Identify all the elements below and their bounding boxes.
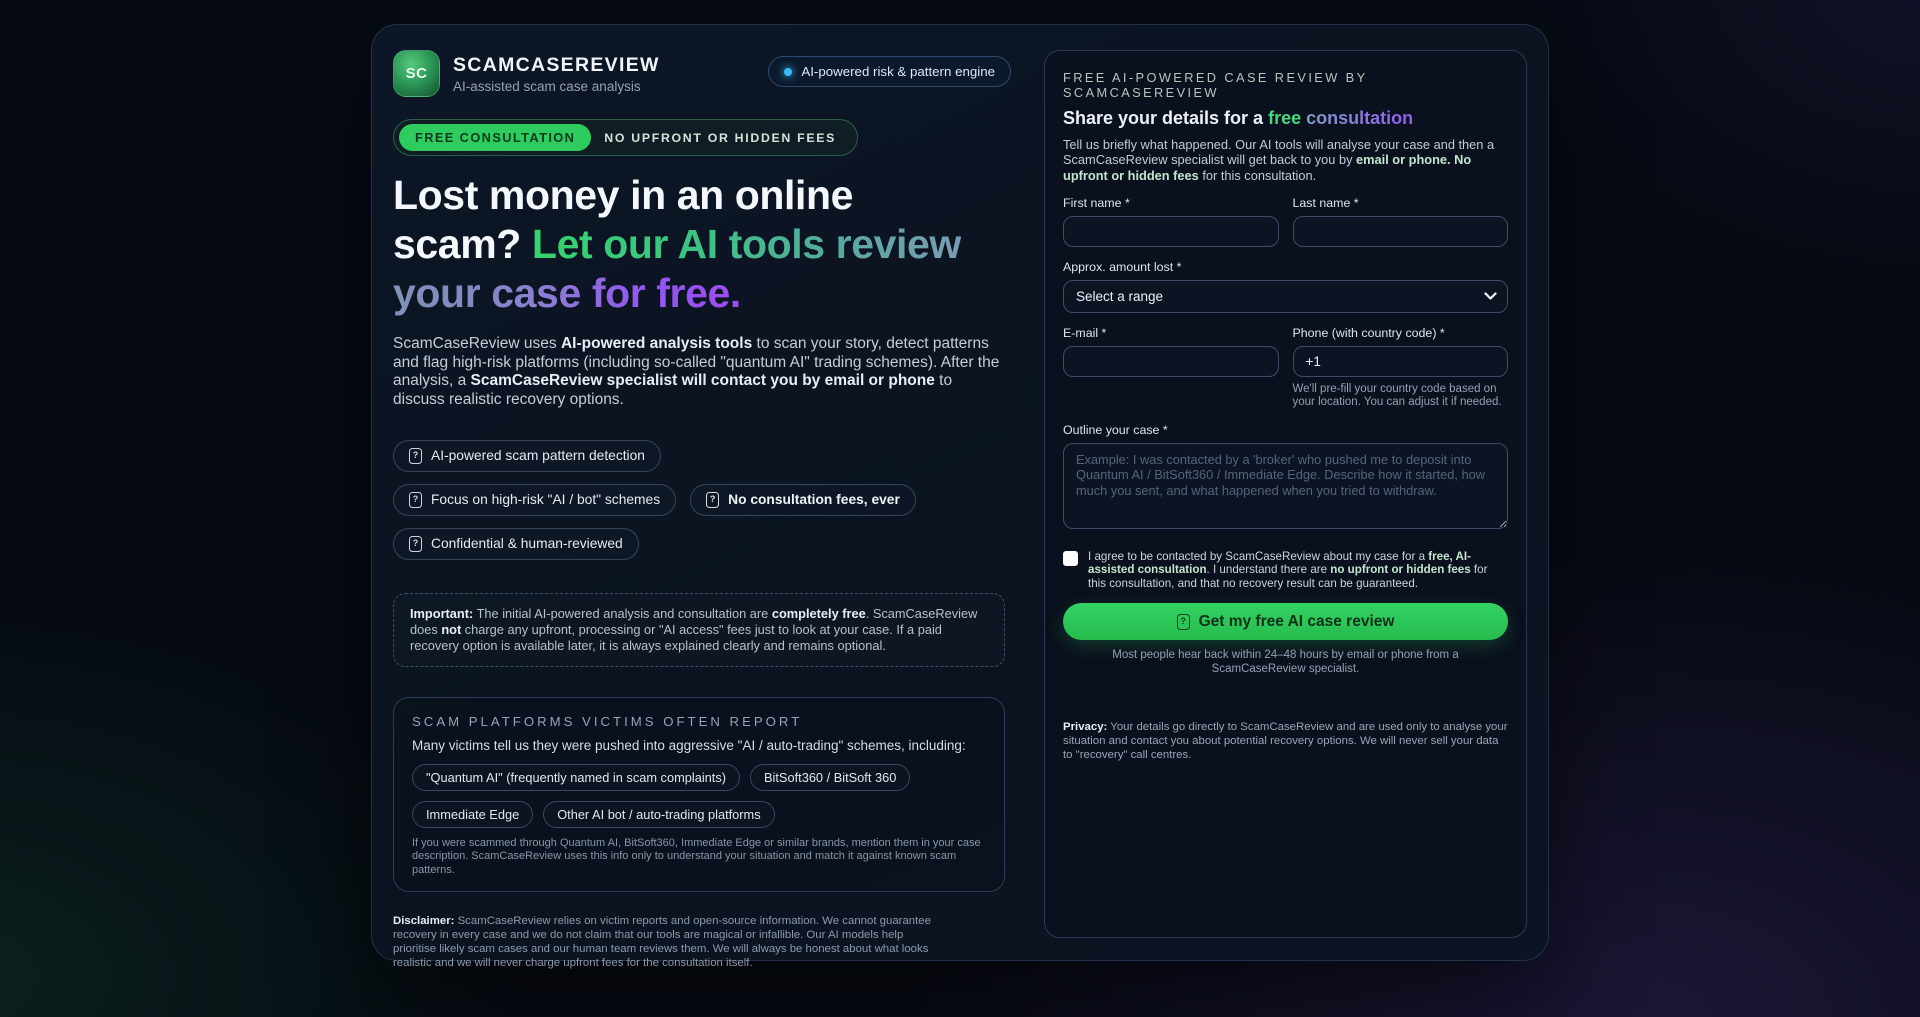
amount-lost-select[interactable]: Select a range [1063, 280, 1508, 313]
brand-logo: SC [393, 50, 440, 97]
headline-line-2: scam?Let our AI tools review [393, 220, 1011, 269]
feature-chip-pattern-detection: AI-powered scam pattern detection [393, 440, 661, 472]
important-note: Important: The initial AI-powered analys… [393, 593, 1005, 667]
feature-chip-label: No consultation fees, ever [728, 492, 900, 507]
phone-hint: We'll pre-fill your country code based o… [1293, 383, 1509, 410]
feature-chips: AI-powered scam pattern detection Focus … [393, 440, 953, 560]
platforms-title: SCAM PLATFORMS VICTIMS OFTEN REPORT [412, 714, 986, 729]
platform-chip-immediate-edge: Immediate Edge [412, 801, 533, 828]
headline-line-1: Lost money in an online [393, 171, 1011, 220]
missing-glyph-icon [1177, 614, 1190, 630]
first-name-label: First name * [1063, 196, 1279, 210]
last-name-label: Last name * [1293, 196, 1509, 210]
phone-input[interactable] [1293, 346, 1509, 377]
feature-chip-confidential: Confidential & human-reviewed [393, 528, 639, 560]
headline-line-2-gradient: Let our AI tools review [532, 221, 961, 267]
platform-chips: "Quantum AI" (frequently named in scam c… [412, 764, 986, 828]
first-name-input[interactable] [1063, 216, 1279, 247]
form-intro: Tell us briefly what happened. Our AI to… [1063, 137, 1508, 183]
email-input[interactable] [1063, 346, 1279, 377]
response-time-note: Most people hear back within 24–48 hours… [1071, 649, 1501, 676]
free-consultation-pill: FREE CONSULTATION [399, 124, 591, 151]
no-fees-pill: NO UPFRONT OR HIDDEN FEES [591, 131, 852, 145]
missing-glyph-icon [409, 536, 422, 552]
feature-chip-label: Confidential & human-reviewed [431, 536, 623, 551]
submit-button[interactable]: Get my free AI case review [1063, 603, 1508, 640]
headline-line-3-gradient: your case for free. [393, 270, 741, 316]
missing-glyph-icon [409, 448, 422, 464]
privacy-note: Privacy: Your details go directly to Sca… [1063, 720, 1508, 762]
hero-pills: FREE CONSULTATION NO UPFRONT OR HIDDEN F… [393, 119, 858, 156]
disclaimer: Disclaimer: ScamCaseReview relies on vic… [393, 914, 941, 970]
feature-chip-high-risk-schemes: Focus on high-risk "AI / bot" schemes [393, 484, 676, 516]
brand-logo-initials: SC [406, 65, 428, 82]
case-review-form: FREE AI-POWERED CASE REVIEW BY SCAMCASER… [1044, 50, 1527, 938]
feature-chip-label: AI-powered scam pattern detection [431, 448, 645, 463]
engine-badge-label: AI-powered risk & pattern engine [801, 64, 995, 79]
amount-lost-label: Approx. amount lost * [1063, 260, 1508, 274]
hero-headline: Lost money in an online scam?Let our AI … [393, 171, 1011, 318]
consent-checkbox[interactable] [1063, 551, 1078, 566]
brand-title: SCAMCASEREVIEW [453, 54, 660, 76]
missing-glyph-icon [409, 492, 422, 508]
outline-case-label: Outline your case * [1063, 423, 1508, 437]
brand-tagline: AI-assisted scam case analysis [453, 79, 660, 94]
email-label: E-mail * [1063, 326, 1279, 340]
platforms-note: If you were scammed through Quantum AI, … [412, 837, 986, 878]
phone-label: Phone (with country code) * [1293, 326, 1509, 340]
platform-chip-bitsoft360: BitSoft360 / BitSoft 360 [750, 764, 910, 791]
platform-chip-other: Other AI bot / auto-trading platforms [543, 801, 774, 828]
consent-row: I agree to be contacted by ScamCaseRevie… [1063, 550, 1508, 590]
outline-case-textarea[interactable] [1063, 443, 1508, 529]
status-dot-icon [784, 68, 792, 76]
header: SC SCAMCASEREVIEW AI-assisted scam case … [393, 50, 1011, 97]
form-title: Share your details for a free consultati… [1063, 108, 1508, 129]
platforms-section: SCAM PLATFORMS VICTIMS OFTEN REPORT Many… [393, 697, 1005, 893]
left-column: SC SCAMCASEREVIEW AI-assisted scam case … [393, 50, 1011, 982]
headline-line-2-white: scam? [393, 221, 521, 267]
main-card: SC SCAMCASEREVIEW AI-assisted scam case … [371, 24, 1549, 961]
last-name-input[interactable] [1293, 216, 1509, 247]
platform-chip-quantum-ai: "Quantum AI" (frequently named in scam c… [412, 764, 740, 791]
consent-label: I agree to be contacted by ScamCaseRevie… [1088, 550, 1508, 590]
missing-glyph-icon [706, 492, 719, 508]
platforms-intro: Many victims tell us they were pushed in… [412, 738, 986, 753]
submit-button-label: Get my free AI case review [1199, 613, 1395, 631]
feature-chip-label: Focus on high-risk "AI / bot" schemes [431, 492, 660, 507]
engine-badge: AI-powered risk & pattern engine [768, 56, 1011, 87]
feature-chip-no-fees: No consultation fees, ever [690, 484, 916, 516]
headline-line-3: your case for free. [393, 269, 1011, 318]
hero-intro: ScamCaseReview uses AI-powered analysis … [393, 335, 1005, 410]
form-kicker: FREE AI-POWERED CASE REVIEW BY SCAMCASER… [1063, 70, 1508, 100]
